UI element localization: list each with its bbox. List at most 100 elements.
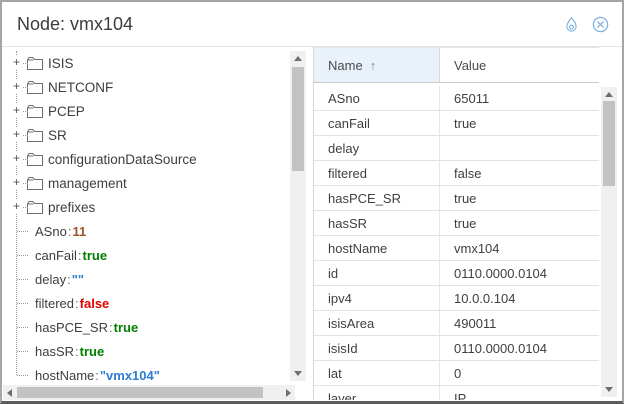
tree-folder-label: ISIS (48, 56, 74, 71)
folder-icon (27, 153, 43, 166)
droplet-icon[interactable] (561, 14, 581, 34)
tree-folder-row[interactable]: + prefixes (2, 195, 289, 219)
tree-leaf-row[interactable]: delay : "" (2, 267, 289, 291)
triangle-right-icon (286, 389, 291, 397)
table-row[interactable]: hostName vmx104 (314, 236, 599, 261)
table-row[interactable]: id 0110.0000.0104 (314, 261, 599, 286)
tree-folder-row[interactable]: + management (2, 171, 289, 195)
expand-plus-icon[interactable]: + (11, 128, 22, 141)
tree-horizontal-scrollbar[interactable] (3, 385, 295, 400)
scroll-up-button[interactable] (290, 52, 306, 65)
table-vscroll-thumb[interactable] (603, 101, 615, 186)
table-pane: Name ↑ Value ASno 65011 canFail true del… (309, 47, 622, 400)
table-cell-name: delay (314, 136, 440, 160)
tree-vertical-scrollbar[interactable] (290, 51, 306, 381)
expand-plus-icon[interactable]: + (11, 56, 22, 69)
table-cell-name: hostName (314, 236, 440, 260)
table-cell-name: isisId (314, 336, 440, 360)
tree-leaf-name: hasPCE_SR (35, 320, 108, 335)
scroll-down-button[interactable] (290, 367, 306, 380)
triangle-left-icon (7, 389, 12, 397)
table-vertical-scrollbar[interactable] (601, 87, 617, 397)
table-row[interactable]: isisId 0110.0000.0104 (314, 336, 599, 361)
folder-icon (27, 201, 43, 214)
tree-leaf-separator: : (75, 296, 79, 311)
scroll-down-button[interactable] (601, 383, 617, 396)
tree-leaf-separator: : (95, 368, 99, 383)
table-row[interactable]: filtered false (314, 161, 599, 186)
table-cell-value: vmx104 (440, 236, 599, 260)
tree-leaf-row[interactable]: canFail : true (2, 243, 289, 267)
expand-plus-icon[interactable]: + (11, 104, 22, 117)
tree-connector (17, 231, 28, 232)
expand-plus-icon[interactable]: + (11, 200, 22, 213)
table-cell-name: hasPCE_SR (314, 186, 440, 210)
tree-folder-row[interactable]: + ISIS (2, 51, 289, 75)
table-row[interactable]: isisArea 490011 (314, 311, 599, 336)
expand-plus-icon[interactable]: + (11, 176, 22, 189)
table-row[interactable]: hasPCE_SR true (314, 186, 599, 211)
table-cell-name: hasSR (314, 211, 440, 235)
tree-leaf-row[interactable]: hostName : "vmx104" (2, 363, 289, 384)
properties-table: Name ↑ Value ASno 65011 canFail true del… (313, 47, 599, 400)
triangle-down-icon (294, 371, 302, 376)
tree-leaf-separator: : (68, 224, 72, 239)
table-row[interactable]: hasSR true (314, 211, 599, 236)
tree-leaf-value: 11 (72, 224, 86, 239)
tree-folder-row[interactable]: + NETCONF (2, 75, 289, 99)
tree-vscroll-thumb[interactable] (292, 67, 304, 171)
tree-leaf-value: true (83, 248, 108, 263)
table-cell-value: IP (440, 386, 599, 400)
table-cell-value: 10.0.0.104 (440, 286, 599, 310)
tree-folder-label: PCEP (48, 104, 85, 119)
triangle-up-icon (294, 56, 302, 61)
table-cell-name: ASno (314, 86, 440, 110)
tree-leaf-name: delay (35, 272, 66, 287)
tree-connector (17, 375, 28, 376)
table-cell-name: ipv4 (314, 286, 440, 310)
table-cell-value: true (440, 211, 599, 235)
tree-folder-row[interactable]: + SR (2, 123, 289, 147)
sort-ascending-icon: ↑ (370, 58, 377, 73)
tree-folder-label: management (48, 176, 127, 191)
tree-folder-row[interactable]: + PCEP (2, 99, 289, 123)
tree-connector (17, 255, 28, 256)
folder-icon (27, 105, 43, 118)
tree-leaf-row[interactable]: hasSR : true (2, 339, 289, 363)
tree-leaf-row[interactable]: filtered : false (2, 291, 289, 315)
scroll-right-button[interactable] (282, 385, 295, 400)
tree-leaf-row[interactable]: ASno : 11 (2, 219, 289, 243)
tree-folder-row[interactable]: + configurationDataSource (2, 147, 289, 171)
tree-leaf-value: "vmx104" (100, 368, 160, 383)
column-header-value[interactable]: Value (440, 48, 599, 82)
tree-folder-label: prefixes (48, 200, 95, 215)
column-header-name[interactable]: Name ↑ (314, 48, 440, 82)
circle-close-icon[interactable] (590, 14, 610, 34)
table-row[interactable]: ipv4 10.0.0.104 (314, 286, 599, 311)
column-header-value-label: Value (454, 58, 486, 73)
folder-icon (27, 129, 43, 142)
table-cell-value: 0 (440, 361, 599, 385)
tree-leaf-row[interactable]: hasPCE_SR : true (2, 315, 289, 339)
table-row[interactable]: ASno 65011 (314, 86, 599, 111)
dialog-content: + ISIS + NETCONF + PCEP + (2, 47, 622, 400)
table-row[interactable]: canFail true (314, 111, 599, 136)
scroll-up-button[interactable] (601, 88, 617, 101)
tree-pane: + ISIS + NETCONF + PCEP + (2, 47, 309, 400)
table-cell-value: true (440, 111, 599, 135)
table-row[interactable]: lat 0 (314, 361, 599, 386)
scroll-left-button[interactable] (3, 385, 16, 400)
table-cell-name: layer (314, 386, 440, 400)
tree-leaf-separator: : (75, 344, 79, 359)
tree-leaf-name: hostName (35, 368, 94, 383)
tree-folder-label: NETCONF (48, 80, 113, 95)
tree-hscroll-thumb[interactable] (17, 387, 263, 398)
table-cell-value (440, 136, 599, 160)
tree-leaf-value: "" (72, 272, 84, 287)
expand-plus-icon[interactable]: + (11, 80, 22, 93)
tree-connector (17, 327, 28, 328)
expand-plus-icon[interactable]: + (11, 152, 22, 165)
tree-leaf-name: filtered (35, 296, 74, 311)
table-row[interactable]: layer IP (314, 386, 599, 400)
table-row[interactable]: delay (314, 136, 599, 161)
